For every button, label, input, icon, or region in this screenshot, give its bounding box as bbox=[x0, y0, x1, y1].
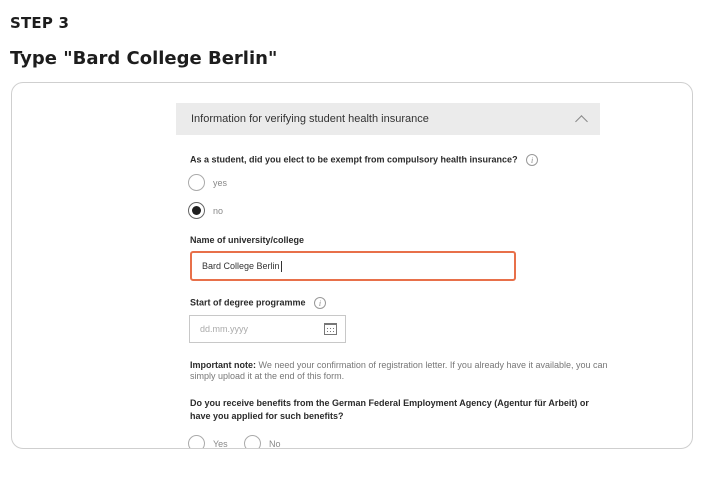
university-label: Name of university/college bbox=[190, 235, 305, 245]
degree-start-date-input[interactable]: dd.mm.yyyy bbox=[189, 315, 346, 343]
section-title: Information for verifying student health… bbox=[191, 113, 429, 125]
exemption-question: As a student, did you elect to be exempt… bbox=[190, 154, 539, 166]
radio-option-no[interactable]: no bbox=[188, 202, 223, 219]
form-frame: Information for verifying student health… bbox=[11, 82, 693, 449]
task-instruction: Type "Bard College Berlin" bbox=[10, 48, 278, 69]
info-icon[interactable]: i bbox=[526, 154, 539, 166]
university-input[interactable]: Bard College Berlin bbox=[190, 251, 516, 281]
important-note-bold: Important note: bbox=[190, 360, 256, 370]
radio-benefits-no[interactable] bbox=[244, 435, 261, 448]
degree-start-label-text: Start of degree programme bbox=[190, 297, 306, 308]
text-cursor bbox=[280, 260, 282, 272]
radio-yes[interactable] bbox=[188, 174, 205, 191]
radio-label-no: no bbox=[213, 205, 224, 216]
radio-option-benefits-no[interactable]: No bbox=[244, 435, 281, 449]
radio-label-benefits-no: No bbox=[269, 438, 281, 449]
radio-benefits-yes[interactable] bbox=[188, 435, 205, 448]
important-note: Important note: We need your confirmatio… bbox=[190, 360, 610, 382]
calendar-icon[interactable] bbox=[324, 323, 337, 335]
step-label: STEP 3 bbox=[10, 14, 70, 32]
info-icon[interactable]: i bbox=[314, 297, 327, 309]
university-input-value: Bard College Berlin bbox=[202, 261, 280, 271]
date-placeholder: dd.mm.yyyy bbox=[200, 324, 249, 334]
radio-label-yes: yes bbox=[213, 177, 228, 188]
radio-selected-dot bbox=[192, 206, 201, 215]
exemption-question-text: As a student, did you elect to be exempt… bbox=[190, 154, 518, 165]
radio-label-benefits-yes: Yes bbox=[213, 438, 228, 449]
radio-option-benefits-yes[interactable]: Yes bbox=[188, 435, 228, 449]
radio-no[interactable] bbox=[188, 202, 205, 219]
radio-option-yes[interactable]: yes bbox=[188, 174, 227, 191]
section-header-health-insurance[interactable]: Information for verifying student health… bbox=[176, 103, 600, 135]
chevron-up-icon[interactable] bbox=[575, 114, 588, 128]
degree-start-label: Start of degree programme i bbox=[190, 297, 327, 309]
benefits-question: Do you receive benefits from the German … bbox=[190, 398, 589, 421]
